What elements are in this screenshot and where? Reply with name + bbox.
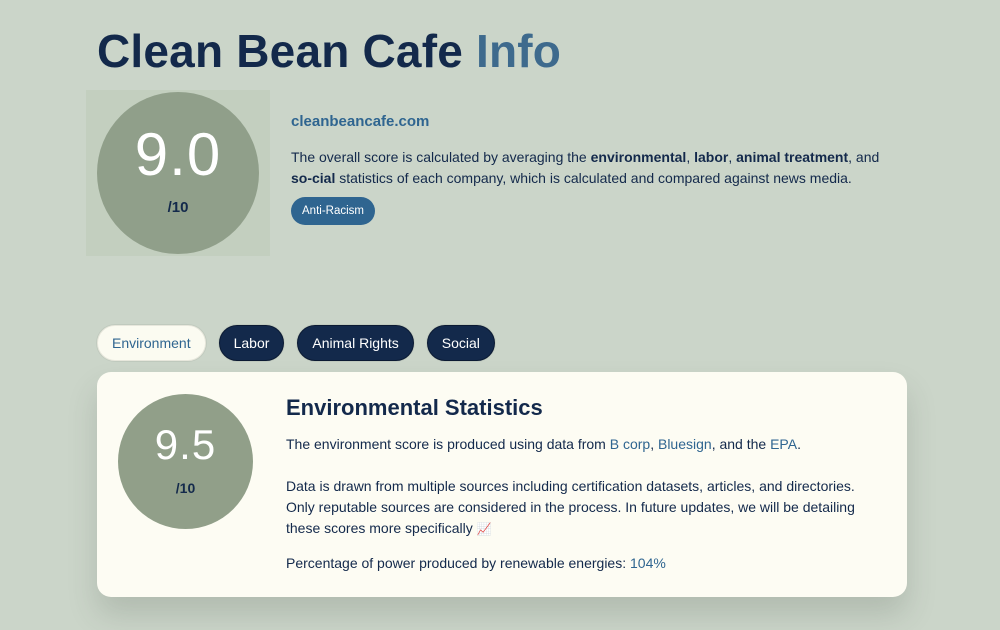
desc-text-2: statistics of each company, which is cal…: [335, 170, 852, 186]
sources-prefix: The environment score is produced using …: [286, 436, 610, 452]
desc-social: so-cial: [291, 170, 336, 186]
anti-racism-badge[interactable]: Anti-Racism: [291, 197, 375, 225]
bcorp-link[interactable]: B corp: [610, 436, 650, 452]
category-tabs: Environment Labor Animal Rights Social: [97, 325, 495, 361]
desc-sep-3: , and: [848, 149, 880, 165]
overall-description: The overall score is calculated by avera…: [291, 147, 903, 189]
sources-sep-2: , and the: [711, 436, 771, 452]
desc-text-1: The overall score is calculated by avera…: [291, 149, 591, 165]
overall-score-value: 9.0: [134, 120, 222, 188]
page-title-accent: Info: [476, 25, 562, 77]
tab-labor[interactable]: Labor: [218, 325, 285, 361]
environment-detail-text: Data is drawn from multiple sources incl…: [286, 478, 855, 536]
chart-increasing-icon: 📈: [476, 522, 492, 536]
overall-score-scale: /10: [167, 198, 189, 216]
desc-environmental: environmental: [590, 149, 687, 165]
page-title-main: Clean Bean Cafe: [97, 25, 464, 77]
page-title: Clean Bean Cafe Info: [97, 24, 561, 78]
sources-sep-1: ,: [650, 436, 658, 452]
renewable-stat: Percentage of power produced by renewabl…: [286, 553, 886, 574]
environment-detail: Data is drawn from multiple sources incl…: [286, 476, 886, 540]
environment-sources: The environment score is produced using …: [286, 434, 886, 455]
environment-title: Environmental Statistics: [286, 395, 543, 420]
environment-score-scale: /10: [175, 479, 196, 496]
tab-animal-rights[interactable]: Animal Rights: [297, 325, 414, 361]
overall-score-circle: 9.0 /10: [97, 92, 259, 254]
desc-animal-treatment: animal treatment: [736, 149, 849, 165]
renewable-value: 104%: [630, 555, 666, 571]
desc-labor: labor: [694, 149, 729, 165]
renewable-label: Percentage of power produced by renewabl…: [286, 555, 630, 571]
desc-sep-2: ,: [728, 149, 737, 165]
desc-sep-1: ,: [686, 149, 695, 165]
epa-link[interactable]: EPA: [770, 436, 797, 452]
page: Clean Bean Cafe Info 9.0 /10 cleanbeanca…: [0, 0, 1000, 630]
environment-score-circle: 9.5 /10: [118, 394, 253, 529]
website-link[interactable]: cleanbeancafe.com: [291, 113, 429, 130]
tab-social[interactable]: Social: [426, 325, 495, 361]
environment-card: 9.5 /10 Environmental Statistics The env…: [97, 372, 907, 597]
sources-suffix: .: [797, 436, 801, 452]
tab-environment[interactable]: Environment: [97, 325, 206, 361]
environment-score-value: 9.5: [154, 420, 217, 468]
bluesign-link[interactable]: Bluesign: [658, 436, 712, 452]
